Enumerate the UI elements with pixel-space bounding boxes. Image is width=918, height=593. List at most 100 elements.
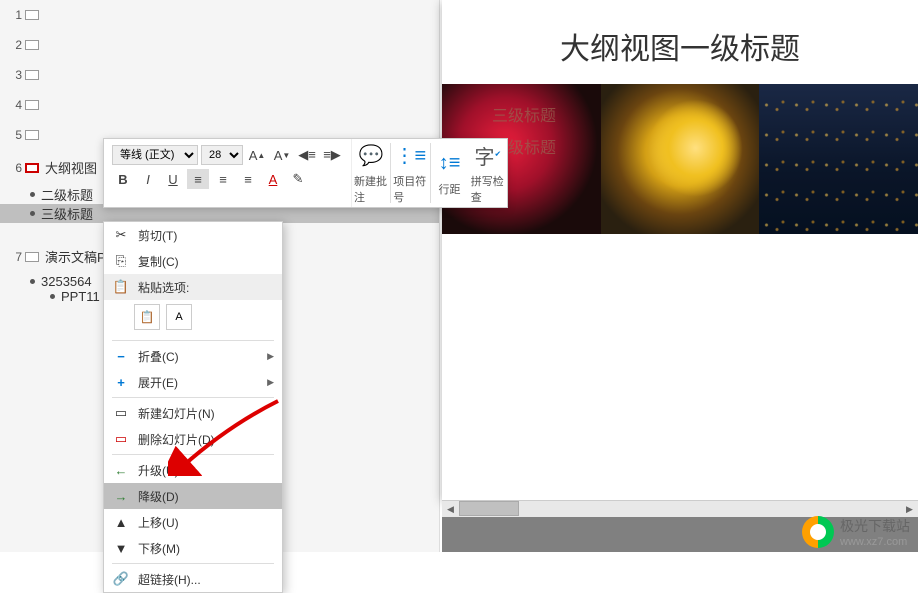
menu-collapse[interactable]: −折叠(C) ▶ xyxy=(104,343,282,369)
spellcheck-button[interactable]: 字✔ 拼写检查 xyxy=(469,138,507,209)
paste-option-text-only[interactable]: A xyxy=(166,304,192,330)
arrow-down-icon: ▼ xyxy=(112,539,130,557)
menu-label: 折叠(C) xyxy=(138,348,179,365)
menu-move-down[interactable]: ▼ 下移(M) xyxy=(104,535,282,561)
paste-icon: 📋 xyxy=(112,278,130,296)
outline-slide-1[interactable]: 1 xyxy=(0,0,439,30)
bold-button[interactable]: B xyxy=(112,169,134,189)
city-lights-graphic xyxy=(759,84,918,234)
menu-label: 降级(D) xyxy=(138,488,179,505)
scroll-right-button[interactable]: ▶ xyxy=(901,501,918,518)
font-color-button[interactable]: A xyxy=(262,169,284,189)
slide-number: 6 xyxy=(8,161,22,175)
paste-options-row: 📋 A xyxy=(104,300,282,338)
decrease-indent-button[interactable]: ◀≡ xyxy=(296,145,318,165)
scrollbar-track[interactable] xyxy=(459,501,901,518)
menu-label: 升级(U) xyxy=(138,462,179,479)
slide-number: 4 xyxy=(8,98,22,112)
arrow-left-icon: ← xyxy=(112,461,130,479)
menu-label: 上移(U) xyxy=(138,514,179,531)
menu-expand[interactable]: + 展开(E) ▶ xyxy=(104,369,282,395)
slide-subtext: 三级标题 xyxy=(492,102,556,126)
tree-graphic xyxy=(648,99,743,197)
minus-icon: − xyxy=(112,347,130,365)
button-label: 新建批注 xyxy=(354,173,388,205)
slide-number: 1 xyxy=(8,8,22,22)
menu-label: 展开(E) xyxy=(138,374,178,391)
watermark-logo-icon xyxy=(802,516,834,548)
bullets-icon: ⋮≡ xyxy=(395,142,425,170)
delete-slide-icon: ▭ xyxy=(112,430,130,448)
menu-promote[interactable]: ← 升级(U) xyxy=(104,457,282,483)
new-slide-icon: ▭ xyxy=(112,404,130,422)
line-spacing-button[interactable]: ↕≡行距 xyxy=(430,146,468,201)
slide-image-row: 三级标题 三级标题 xyxy=(442,84,918,234)
bullet-icon xyxy=(30,192,35,197)
outline-sub-label: 三级标题 xyxy=(41,204,93,223)
outline-slide-3[interactable]: 3 xyxy=(0,60,439,90)
slide-thumb-box xyxy=(25,70,39,80)
menu-label: 新建幻灯片(N) xyxy=(138,405,215,422)
cut-icon: ✂ xyxy=(112,226,130,244)
outline-slide-4[interactable]: 4 xyxy=(0,90,439,120)
menu-cut[interactable]: ✂ 剪切(T) xyxy=(104,222,282,248)
font-size-select[interactable]: 28 xyxy=(201,145,243,165)
scrollbar-thumb[interactable] xyxy=(459,501,519,516)
align-right-button[interactable]: ≡ xyxy=(237,169,259,189)
submenu-arrow-icon: ▶ xyxy=(267,377,274,388)
slide-number: 7 xyxy=(8,250,22,264)
comment-icon: 💬 xyxy=(356,142,386,170)
link-icon: 🔗 xyxy=(112,570,130,588)
outline-slide-2[interactable]: 2 xyxy=(0,30,439,60)
text-icon: A xyxy=(175,311,182,323)
button-label: 拼写检查 xyxy=(471,173,505,205)
arrow-right-icon: → xyxy=(112,487,130,505)
slide-thumb-box xyxy=(25,130,39,140)
outline-sub-label: PPT11 xyxy=(61,289,100,304)
plus-icon: + xyxy=(112,373,130,391)
menu-label: 剪切(T) xyxy=(138,227,177,244)
increase-font-button[interactable]: A▲ xyxy=(246,145,268,165)
bullets-button[interactable]: ⋮≡ 项目符号 xyxy=(391,138,429,209)
slide-title-text: 演示文稿P xyxy=(45,247,106,266)
menu-separator xyxy=(112,397,274,398)
menu-label: 复制(C) xyxy=(138,253,179,270)
slide-image-3[interactable] xyxy=(759,84,918,234)
menu-demote[interactable]: → 降级(D) xyxy=(104,483,282,509)
outline-sub-label: 3253564 xyxy=(41,274,92,289)
slide-image-2[interactable] xyxy=(601,84,760,234)
font-name-select[interactable]: 等线 (正文) xyxy=(112,145,198,165)
menu-new-slide[interactable]: ▭ 新建幻灯片(N) xyxy=(104,400,282,426)
slide-title-text: 大纲视图 xyxy=(45,158,97,177)
watermark-url: www.xz7.com xyxy=(840,536,910,548)
italic-button[interactable]: I xyxy=(137,169,159,189)
spellcheck-icon: 字✔ xyxy=(473,142,503,170)
slide-editor-area: 大纲视图一级标题 三级标题 三级标题 ◀ ▶ xyxy=(442,0,918,552)
submenu-arrow-icon: ▶ xyxy=(267,351,274,362)
menu-paste-header: 📋粘贴选项: xyxy=(104,274,282,300)
menu-delete-slide[interactable]: ▭删除幻灯片(D) xyxy=(104,426,282,452)
align-left-button[interactable]: ≡ xyxy=(187,169,209,189)
slide-title[interactable]: 大纲视图一级标题 xyxy=(442,0,918,84)
watermark: 极光下载站 www.xz7.com xyxy=(802,516,910,548)
slide-canvas[interactable]: 大纲视图一级标题 三级标题 三级标题 xyxy=(442,0,918,500)
format-painter-button[interactable]: ✎ xyxy=(287,169,309,189)
menu-label: 下移(M) xyxy=(138,540,180,557)
decrease-font-button[interactable]: A▼ xyxy=(271,145,293,165)
horizontal-scrollbar[interactable]: ◀ ▶ xyxy=(442,500,918,517)
new-comment-button[interactable]: 💬 新建批注 xyxy=(352,138,390,209)
slide-thumb-box xyxy=(25,100,39,110)
slide-thumb-box xyxy=(25,10,39,20)
slide-number: 5 xyxy=(8,128,22,142)
slide-number: 3 xyxy=(8,68,22,82)
align-center-button[interactable]: ≡ xyxy=(212,169,234,189)
button-label: 项目符号 xyxy=(393,173,427,205)
paste-option-keep-source[interactable]: 📋 xyxy=(134,304,160,330)
menu-copy[interactable]: ⎘复制(C) xyxy=(104,248,282,274)
increase-indent-button[interactable]: ≡▶ xyxy=(321,145,343,165)
underline-button[interactable]: U xyxy=(162,169,184,189)
menu-hyperlink[interactable]: 🔗超链接(H)... xyxy=(104,566,282,592)
button-label: 行距 xyxy=(439,181,461,197)
scroll-left-button[interactable]: ◀ xyxy=(442,501,459,518)
menu-move-up[interactable]: ▲上移(U) xyxy=(104,509,282,535)
